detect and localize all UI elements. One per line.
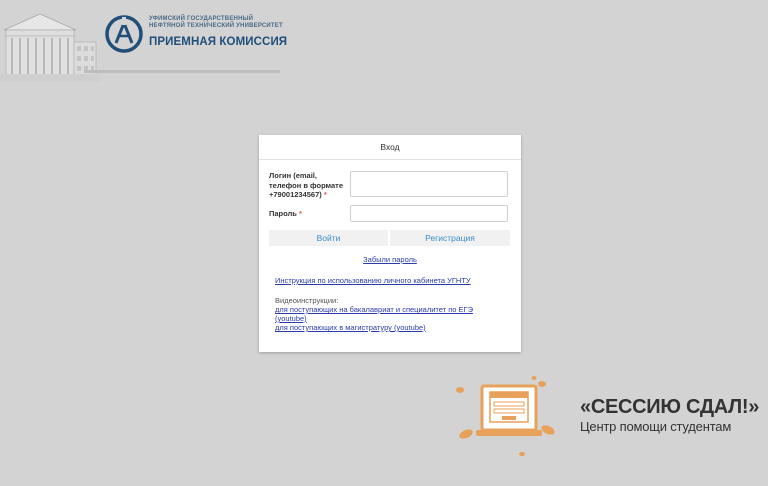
video-instructions-label: Видеоинструкции: bbox=[275, 296, 339, 305]
university-name-line2: НЕФТЯНОЙ ТЕХНИЧЕСКИЙ УНИВЕРСИТЕТ bbox=[149, 23, 283, 29]
header: УФИМСКИЙ ГОСУДАРСТВЕННЫЙ НЕФТЯНОЙ ТЕХНИЧ… bbox=[0, 0, 287, 82]
login-label-text: Логин (email, телефон в формате +7900123… bbox=[269, 171, 344, 199]
university-name-line1: УФИМСКИЙ ГОСУДАРСТВЕННЫЙ bbox=[149, 16, 254, 22]
video-link-bachelor[interactable]: для поступающих на бакалавриат и специал… bbox=[275, 305, 473, 314]
admissions-title: ПРИЕМНАЯ КОМИССИЯ bbox=[149, 36, 288, 48]
promo-title: «СЕССИЮ СДАЛ!» bbox=[580, 396, 760, 418]
required-mark: * bbox=[299, 209, 302, 218]
laptop-promo-illustration bbox=[456, 376, 555, 456]
login-title: Вход bbox=[259, 135, 521, 160]
header-underline bbox=[84, 70, 280, 73]
video-link-bachelor-youtube[interactable]: (youtube) bbox=[275, 314, 307, 323]
login-button[interactable]: Войти bbox=[269, 230, 388, 246]
password-label: Пароль * bbox=[269, 209, 302, 219]
forgot-password-link[interactable]: Забыли пароль bbox=[259, 255, 521, 264]
video-link-master[interactable]: для поступающих в магистратуру (youtube) bbox=[275, 323, 426, 332]
login-label: Логин (email, телефон в формате +7900123… bbox=[269, 171, 349, 200]
university-logo-icon bbox=[105, 15, 143, 53]
password-label-text: Пароль bbox=[269, 209, 297, 218]
login-panel: Вход Логин (email, телефон в формате +79… bbox=[259, 135, 521, 352]
required-mark: * bbox=[323, 190, 327, 199]
password-input[interactable] bbox=[350, 205, 508, 222]
login-input[interactable] bbox=[350, 171, 508, 197]
register-button[interactable]: Регистрация bbox=[390, 230, 510, 246]
promo-subtitle: Центр помощи студентам bbox=[580, 419, 732, 434]
instruction-link[interactable]: Инструкция по использованию личного каби… bbox=[275, 276, 471, 285]
